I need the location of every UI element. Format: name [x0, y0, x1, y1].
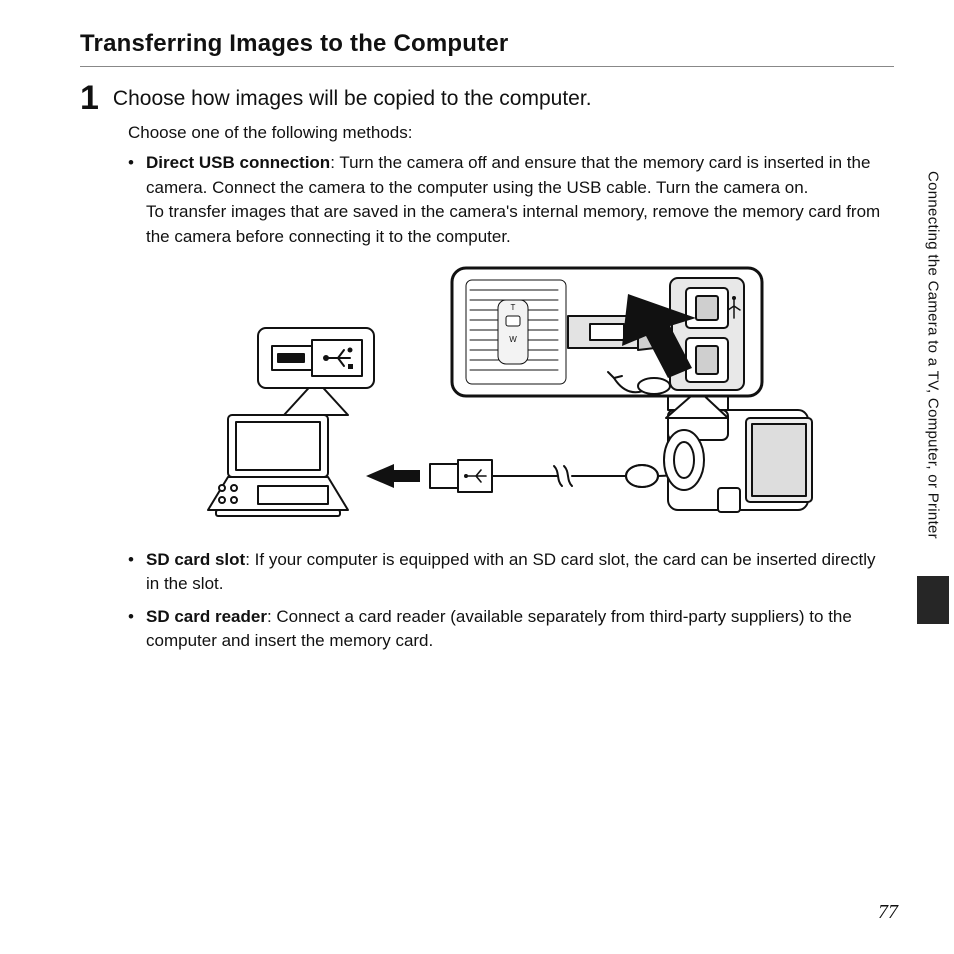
side-tab: Connecting the Camera to a TV, Computer,… — [912, 140, 954, 660]
title-rule — [80, 66, 894, 67]
svg-text:T: T — [511, 303, 516, 312]
method-label: SD card slot — [146, 550, 245, 569]
manual-page: Transferring Images to the Computer 1 Ch… — [0, 0, 954, 954]
method-label: SD card reader — [146, 607, 267, 626]
usb-connection-illustration: T W HDMI — [198, 260, 818, 530]
method-list: Direct USB connection: Turn the camera o… — [128, 151, 888, 250]
step-number: 1 — [80, 81, 99, 115]
step-row: 1 Choose how images will be copied to th… — [80, 81, 894, 115]
usb-plug-a-callout — [258, 328, 374, 415]
step-heading: Choose how images will be copied to the … — [113, 87, 592, 111]
method-label: Direct USB connection — [146, 153, 330, 172]
page-number: 77 — [878, 901, 898, 924]
lead-text: Choose one of the following methods: — [128, 123, 888, 143]
illustration-wrap: T W HDMI — [128, 260, 888, 530]
method-list-continued: SD card slot: If your computer is equipp… — [128, 548, 888, 655]
direction-arrow-icon — [366, 464, 420, 488]
camera-icon — [664, 378, 812, 512]
svg-text:W: W — [509, 335, 517, 344]
method-text-extra: To transfer images that are saved in the… — [146, 202, 880, 246]
camera-port-inset: T W HDMI — [452, 268, 762, 418]
section-side-label: Connecting the Camera to a TV, Computer,… — [925, 140, 942, 570]
step-body: Choose one of the following methods: Dir… — [128, 123, 888, 654]
laptop-icon — [208, 415, 348, 516]
usb-plug-b — [430, 460, 492, 492]
page-title: Transferring Images to the Computer — [80, 30, 894, 58]
thumb-index-block — [917, 576, 949, 624]
method-item-sd-slot: SD card slot: If your computer is equipp… — [128, 548, 888, 597]
method-item-usb: Direct USB connection: Turn the camera o… — [128, 151, 888, 250]
method-item-sd-reader: SD card reader: Connect a card reader (a… — [128, 605, 888, 654]
method-text: : If your computer is equipped with an S… — [146, 550, 875, 594]
